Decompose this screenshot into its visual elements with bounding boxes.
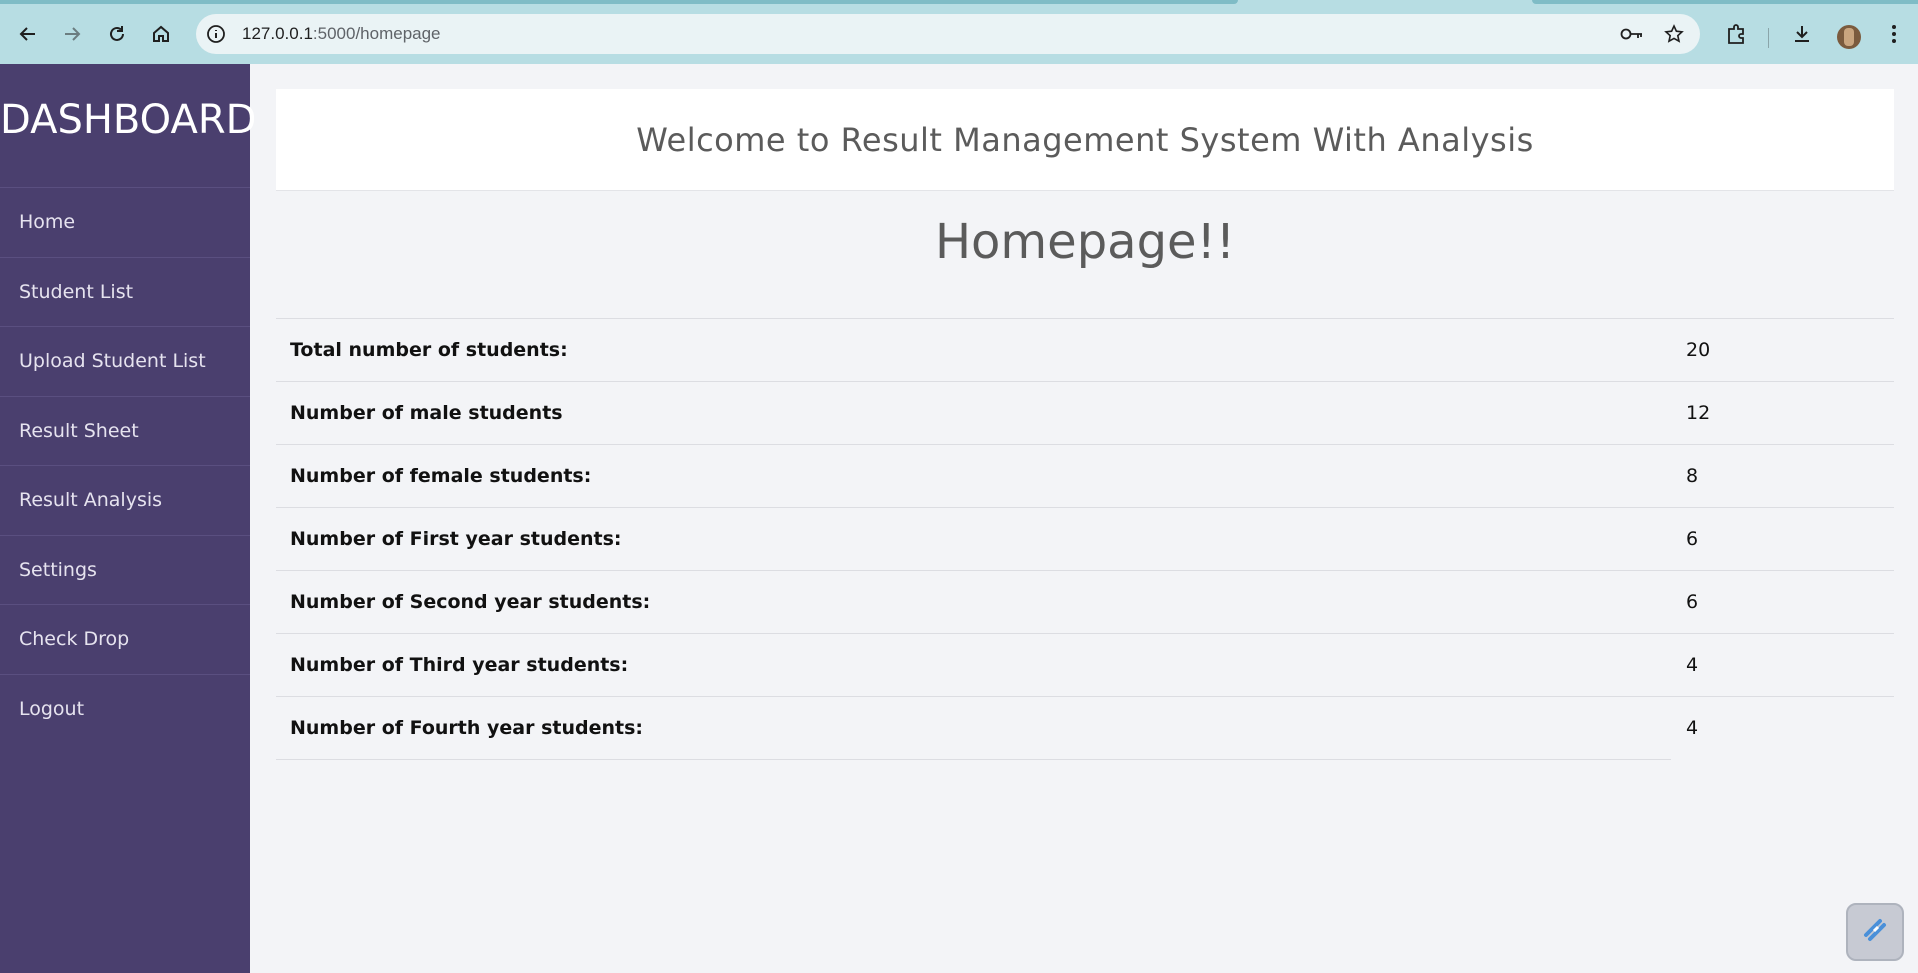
reload-icon[interactable]	[101, 18, 133, 50]
site-info-icon[interactable]	[204, 22, 228, 46]
sidebar: DASHBOARD Home Student List Upload Stude…	[0, 64, 257, 973]
stat-label: Number of Third year students:	[276, 633, 1671, 697]
welcome-header: Welcome to Result Management System With…	[276, 89, 1894, 191]
stat-value: 4	[1671, 696, 1894, 760]
stat-label: Number of Fourth year students:	[276, 696, 1671, 760]
stat-label: Number of First year students:	[276, 507, 1671, 571]
address-bar[interactable]: 127.0.0.1:5000/homepage	[196, 14, 1700, 54]
sidebar-item-upload-student-list[interactable]: Upload Student List	[0, 326, 250, 396]
avatar[interactable]	[1837, 25, 1861, 49]
table-row: Number of First year students: 6	[276, 507, 1894, 571]
stat-label: Total number of students:	[276, 318, 1671, 382]
page-title: Homepage!!	[934, 214, 1236, 270]
sidebar-nav: Home Student List Upload Student List Re…	[0, 187, 250, 743]
stat-label: Number of male students	[276, 381, 1671, 445]
sidebar-item-result-analysis[interactable]: Result Analysis	[0, 465, 250, 535]
table-row: Total number of students: 20	[276, 318, 1894, 382]
table-row: Number of male students 12	[276, 381, 1894, 445]
welcome-title: Welcome to Result Management System With…	[636, 120, 1534, 159]
password-key-icon[interactable]	[1620, 22, 1644, 46]
url-host: 127.0.0.1	[242, 24, 313, 43]
stat-value: 6	[1671, 507, 1894, 571]
lightning-icon	[1860, 915, 1890, 950]
sidebar-item-logout[interactable]: Logout	[0, 673, 250, 744]
bookmark-star-icon[interactable]	[1662, 22, 1686, 46]
toolbar-divider	[1768, 28, 1769, 48]
forward-arrow-icon[interactable]	[56, 18, 88, 50]
url-text[interactable]: 127.0.0.1:5000/homepage	[242, 24, 441, 44]
sidebar-item-home[interactable]: Home	[0, 187, 250, 257]
table-row: Number of Second year students: 6	[276, 570, 1894, 634]
stats-table: Total number of students: 20 Number of m…	[276, 318, 1894, 760]
sidebar-brand: DASHBOARD	[0, 97, 257, 143]
stat-value: 6	[1671, 570, 1894, 634]
stat-value: 12	[1671, 381, 1894, 445]
sidebar-item-settings[interactable]: Settings	[0, 534, 250, 605]
table-row: Number of Third year students: 4	[276, 633, 1894, 697]
sidebar-item-student-list[interactable]: Student List	[0, 256, 250, 327]
stat-label: Number of female students:	[276, 444, 1671, 508]
sidebar-item-check-drop[interactable]: Check Drop	[0, 604, 250, 674]
table-row: Number of female students: 8	[276, 444, 1894, 508]
stat-label: Number of Second year students:	[276, 570, 1671, 634]
url-path: :5000/homepage	[312, 24, 441, 43]
stat-value: 20	[1671, 318, 1894, 382]
table-row: Number of Fourth year students: 4	[276, 696, 1894, 760]
stat-value: 4	[1671, 633, 1894, 697]
home-icon[interactable]	[145, 18, 177, 50]
sidebar-item-result-sheet[interactable]: Result Sheet	[0, 395, 250, 466]
extensions-icon[interactable]	[1720, 18, 1752, 50]
stat-value: 8	[1671, 444, 1894, 508]
back-arrow-icon[interactable]	[12, 18, 44, 50]
floating-action-button[interactable]	[1846, 903, 1904, 961]
download-icon[interactable]	[1786, 18, 1818, 50]
menu-dots-icon[interactable]	[1878, 18, 1910, 50]
browser-toolbar: 127.0.0.1:5000/homepage	[0, 4, 1918, 64]
